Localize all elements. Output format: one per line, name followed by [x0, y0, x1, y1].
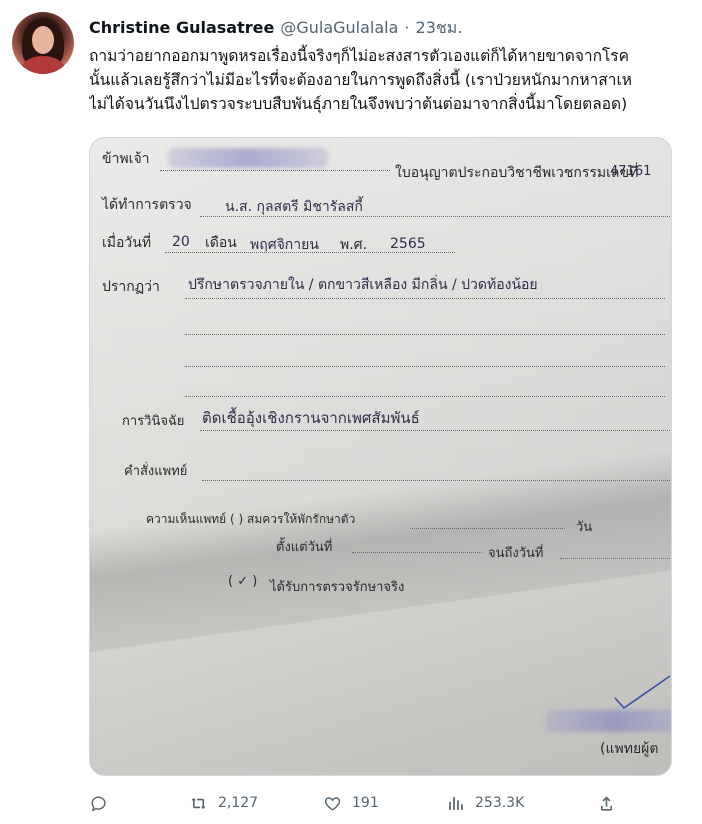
doc-label-from: ตั้งแต่วันที่ — [276, 540, 333, 555]
tweet-text: ถามว่าอยากออกมาพูดหรอเรื่องนี้จริงๆก็ไม่… — [89, 44, 702, 116]
dotted-line — [560, 558, 670, 559]
tweet-text-line: ไม่ได้จนวันนึงไปตรวจระบบสืบพันธุ์ภายในจึ… — [89, 95, 628, 113]
tweet-header: Christine Gulasatree @GulaGulalala · 23ช… — [89, 16, 462, 40]
retweet-count: 2,127 — [218, 795, 259, 811]
views-count: 253.3K — [475, 795, 525, 811]
redacted-signature — [545, 710, 671, 732]
heart-icon — [324, 796, 341, 811]
separator: · — [404, 18, 410, 37]
dotted-line — [200, 216, 670, 217]
handle[interactable]: @GulaGulalala — [280, 18, 398, 37]
dotted-line — [185, 334, 665, 335]
document-photo: ข้าพเจ้า ใบอนุญาตประกอบวิชาชีพเวชกรรมเลข… — [90, 138, 671, 775]
doc-diagnosis-value: ติดเชื้ออุ้งเชิงกรานจากเพศสัมพันธ์ — [202, 409, 420, 427]
tweet-text-line: ถามว่าอยากออกมาพูดหรอเรื่องนี้จริงๆก็ไม่… — [89, 47, 630, 65]
doc-label-i: ข้าพเจ้า — [102, 151, 150, 167]
tweet-media-image[interactable]: ข้าพเจ้า ใบอนุญาตประกอบวิชาชีพเวชกรรมเลข… — [89, 137, 672, 776]
share-button[interactable] — [597, 788, 616, 818]
doc-label-to: จนถึงวันที่ — [488, 546, 544, 561]
dotted-line — [185, 396, 665, 397]
doc-label-opinion: ความเห็นแพทย์ ( ) สมควรให้พักรักษาตัว — [146, 512, 356, 526]
doc-label-days: วัน — [576, 520, 593, 535]
tweet[interactable]: Christine Gulasatree @GulaGulalala · 23ช… — [0, 0, 702, 824]
tweet-actions: 2,127 191 253.3K — [89, 788, 629, 818]
doc-label-examined: ได้ทำการตรวจ — [102, 197, 192, 213]
dotted-line — [200, 430, 670, 431]
retweet-button[interactable]: 2,127 — [189, 788, 258, 818]
dotted-line — [410, 528, 565, 529]
timestamp[interactable]: 23ชม. — [416, 16, 463, 41]
doc-label-month: เดือน — [205, 235, 237, 251]
dotted-line — [165, 252, 455, 253]
dotted-line — [185, 298, 665, 299]
dotted-line — [185, 366, 665, 367]
doc-label-diagnosis: การวินิจฉัย — [122, 414, 185, 429]
tweet-text-line: นั้นแล้วเลยรู้สึกว่าไม่มีอะไรที่จะต้องอา… — [89, 71, 632, 89]
doc-patient-name: น.ส. กุลสตรี มิชารัลสกี้ — [225, 199, 363, 215]
dotted-line — [202, 480, 670, 481]
like-button[interactable]: 191 — [323, 788, 379, 818]
doc-license-no: 47161 — [610, 164, 652, 179]
doc-day: 20 — [172, 234, 190, 250]
views-button[interactable]: 253.3K — [446, 788, 524, 818]
avatar-face — [32, 26, 54, 54]
like-count: 191 — [352, 795, 379, 811]
doc-label-order: คำสั่งแพทย์ — [124, 464, 188, 479]
avatar[interactable] — [12, 12, 74, 74]
doc-appear-value: ปรึกษาตรวจภายใน / ตกขาวสีเหลือง มีกลิ่น … — [188, 277, 538, 293]
display-name[interactable]: Christine Gulasatree — [89, 18, 274, 37]
redacted-name — [168, 148, 328, 168]
doc-label-date: เมื่อวันที่ — [102, 235, 152, 251]
doc-check: ( ✓ ) — [228, 574, 258, 589]
reply-icon — [91, 795, 106, 812]
doc-label-signature: (แพทยผู้ต — [600, 741, 659, 757]
doc-label-appear: ปรากฏว่า — [102, 279, 160, 295]
doc-label-received: ได้รับการตรวจรักษาจริง — [270, 580, 405, 595]
reply-button[interactable] — [89, 788, 118, 818]
retweet-icon — [191, 797, 206, 809]
dotted-line — [160, 170, 390, 171]
dotted-line — [352, 552, 482, 553]
doc-year: 2565 — [390, 236, 426, 252]
views-chart-icon — [449, 796, 463, 810]
doc-label-license: ใบอนุญาตประกอบวิชาชีพเวชกรรมเลขที่ — [395, 165, 639, 181]
share-icon — [600, 795, 613, 811]
